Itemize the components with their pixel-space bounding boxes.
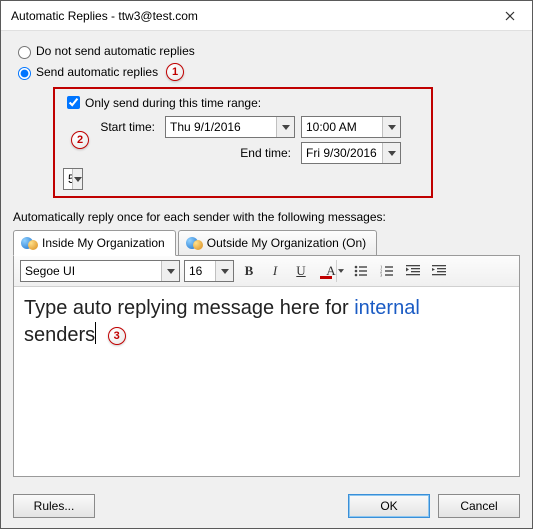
message-editor[interactable]: Type auto replying message here for inte… [13, 287, 520, 477]
ok-button[interactable]: OK [348, 494, 430, 518]
automatic-replies-dialog: Automatic Replies - ttw3@test.com Do not… [0, 0, 533, 529]
window-title: Automatic Replies - ttw3@test.com [11, 9, 487, 23]
bullet-list-button[interactable] [350, 260, 372, 282]
italic-button[interactable]: I [264, 260, 286, 282]
underline-button[interactable]: U [290, 260, 312, 282]
tabs: Inside My Organization Outside My Organi… [13, 230, 520, 255]
only-send-check[interactable]: Only send during this time range: [63, 93, 423, 112]
font-size-value: 16 [185, 264, 215, 278]
close-icon [505, 11, 515, 21]
radio-send[interactable]: Send automatic replies 1 [13, 63, 520, 81]
only-send-label: Only send during this time range: [85, 96, 261, 110]
time-range-box: Only send during this time range: 2 Star… [53, 87, 433, 198]
titlebar: Automatic Replies - ttw3@test.com [1, 1, 532, 31]
end-time-label: End time: [165, 146, 295, 160]
font-color-button[interactable]: A [316, 260, 346, 282]
increase-indent-button[interactable] [428, 260, 450, 282]
tab-outside-label: Outside My Organization (On) [207, 236, 366, 250]
radio-do-not-send-label: Do not send automatic replies [36, 44, 195, 58]
font-value: Segoe UI [21, 264, 161, 278]
org-icon [185, 235, 203, 251]
annotation-badge-2: 2 [71, 131, 89, 149]
time-grid: 2 Start time: Thu 9/1/2016 10:00 AM End … [63, 116, 423, 190]
editor-text-1: Type auto replying message here for [24, 297, 354, 319]
chevron-down-icon [382, 143, 400, 163]
radio-send-input[interactable] [18, 67, 31, 80]
chevron-down-icon [382, 117, 400, 137]
svg-text:3: 3 [380, 273, 383, 278]
tab-inside-label: Inside My Organization [42, 236, 165, 250]
cancel-button[interactable]: Cancel [438, 494, 520, 518]
radio-do-not-send-input[interactable] [18, 46, 31, 59]
only-send-checkbox[interactable] [67, 96, 80, 109]
editor-text-2: senders [24, 324, 95, 346]
org-icon [20, 235, 38, 251]
dialog-content: Do not send automatic replies Send autom… [1, 31, 532, 528]
start-date-combo[interactable]: Thu 9/1/2016 [165, 116, 295, 138]
chevron-down-icon [276, 117, 294, 137]
chevron-down-icon [161, 261, 179, 281]
bold-button[interactable]: B [238, 260, 260, 282]
editor-panel: Segoe UI 16 B I U A [13, 255, 520, 287]
end-time-combo[interactable]: 5:00 PM [63, 168, 83, 190]
chevron-down-icon [72, 169, 82, 189]
font-size-combo[interactable]: 16 [184, 260, 234, 282]
font-combo[interactable]: Segoe UI [20, 260, 180, 282]
chevron-down-icon [336, 260, 345, 282]
rules-button[interactable]: Rules... [13, 494, 95, 518]
annotation-badge-3: 3 [108, 327, 126, 345]
numbered-list-button[interactable]: 123 [376, 260, 398, 282]
end-time-value: 5:00 PM [64, 172, 72, 186]
chevron-down-icon [215, 261, 233, 281]
editor-link-text: internal [354, 297, 420, 319]
decrease-indent-button[interactable] [402, 260, 424, 282]
description-text: Automatically reply once for each sender… [13, 210, 520, 224]
tab-inside-org[interactable]: Inside My Organization [13, 230, 176, 256]
tab-outside-org[interactable]: Outside My Organization (On) [178, 230, 377, 255]
annotation-badge-1: 1 [166, 63, 184, 81]
radio-send-label: Send automatic replies [36, 65, 158, 79]
radio-do-not-send[interactable]: Do not send automatic replies [13, 43, 520, 59]
start-date-value: Thu 9/1/2016 [166, 120, 276, 134]
start-time-combo[interactable]: 10:00 AM [301, 116, 401, 138]
end-date-value: Fri 9/30/2016 [302, 146, 382, 160]
start-time-label: Start time: [89, 120, 159, 134]
dialog-footer: Rules... OK Cancel [13, 484, 520, 518]
font-color-bar [320, 276, 332, 279]
end-date-combo[interactable]: Fri 9/30/2016 [301, 142, 401, 164]
text-cursor [95, 322, 96, 344]
close-button[interactable] [487, 1, 532, 31]
start-time-value: 10:00 AM [302, 120, 382, 134]
format-toolbar: Segoe UI 16 B I U A [14, 256, 519, 287]
